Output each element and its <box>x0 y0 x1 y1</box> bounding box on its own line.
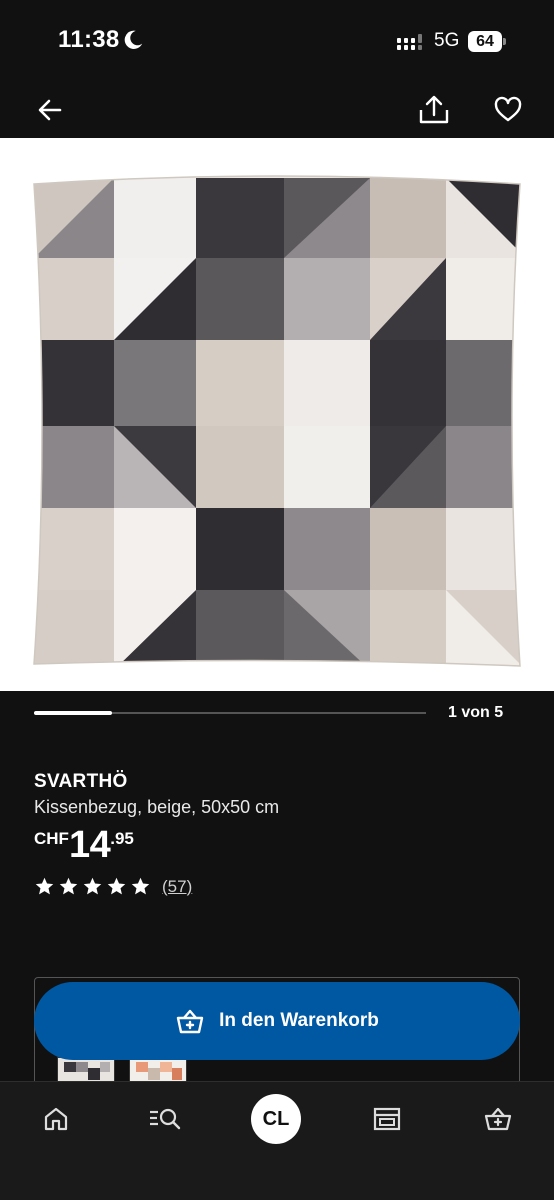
product-image[interactable] <box>0 138 554 691</box>
add-to-cart-button[interactable]: In den Warenkorb <box>34 982 520 1060</box>
moon-icon <box>124 30 143 49</box>
cart-icon <box>176 1009 204 1034</box>
tab-home[interactable] <box>33 1096 79 1142</box>
battery-tip <box>503 38 506 45</box>
profile-avatar[interactable]: CL <box>251 1094 301 1144</box>
add-to-cart-label: In den Warenkorb <box>219 1010 379 1031</box>
battery-level: 64 <box>476 33 494 50</box>
home-icon <box>44 1107 68 1131</box>
signal-icon <box>397 34 422 50</box>
status-bar: 11:38 5G 64 <box>0 0 554 80</box>
search-icon <box>150 1108 181 1130</box>
price-decimal: .95 <box>110 829 134 848</box>
back-button[interactable] <box>30 90 70 130</box>
star-icon <box>59 877 78 895</box>
store-icon <box>373 1107 401 1131</box>
product-price: CHF 14 .95 <box>34 826 134 864</box>
battery-icon: 64 <box>468 31 502 52</box>
product-rating[interactable]: (57) <box>34 876 192 897</box>
gallery-progress-fill <box>34 711 113 715</box>
network-type: 5G <box>434 30 460 51</box>
status-time: 11:38 <box>58 26 120 53</box>
variant-thumbnail-image <box>130 1058 186 1082</box>
variant-thumbnail[interactable] <box>57 1057 115 1083</box>
product-description: Kissenbezug, beige, 50x50 cm <box>34 797 280 817</box>
arrow-left-icon <box>38 99 62 121</box>
gallery-page-indicator: 1 von 5 <box>448 704 504 721</box>
heart-icon <box>494 96 522 122</box>
cart-icon <box>484 1107 512 1131</box>
bottom-nav: CL <box>0 1081 554 1200</box>
favorite-button[interactable] <box>488 90 528 130</box>
share-icon <box>419 95 449 124</box>
star-icon <box>83 877 102 895</box>
price-currency: CHF <box>34 829 69 848</box>
cushion-picture <box>0 138 554 691</box>
tab-stores[interactable] <box>364 1096 410 1142</box>
product-name: SVARTHÖ <box>34 771 128 792</box>
star-icon <box>131 877 150 895</box>
price-integer: 14 <box>68 824 111 866</box>
review-count-link[interactable]: (57) <box>162 877 192 897</box>
nav-bar <box>0 80 554 138</box>
share-button[interactable] <box>414 90 454 130</box>
star-icon <box>107 877 126 895</box>
tab-cart[interactable] <box>475 1096 521 1142</box>
tab-search[interactable] <box>142 1096 188 1142</box>
variant-thumbnail-image <box>58 1058 114 1082</box>
gallery-progress <box>34 711 426 715</box>
variant-thumbnail[interactable] <box>129 1057 187 1083</box>
star-icon <box>35 877 54 895</box>
